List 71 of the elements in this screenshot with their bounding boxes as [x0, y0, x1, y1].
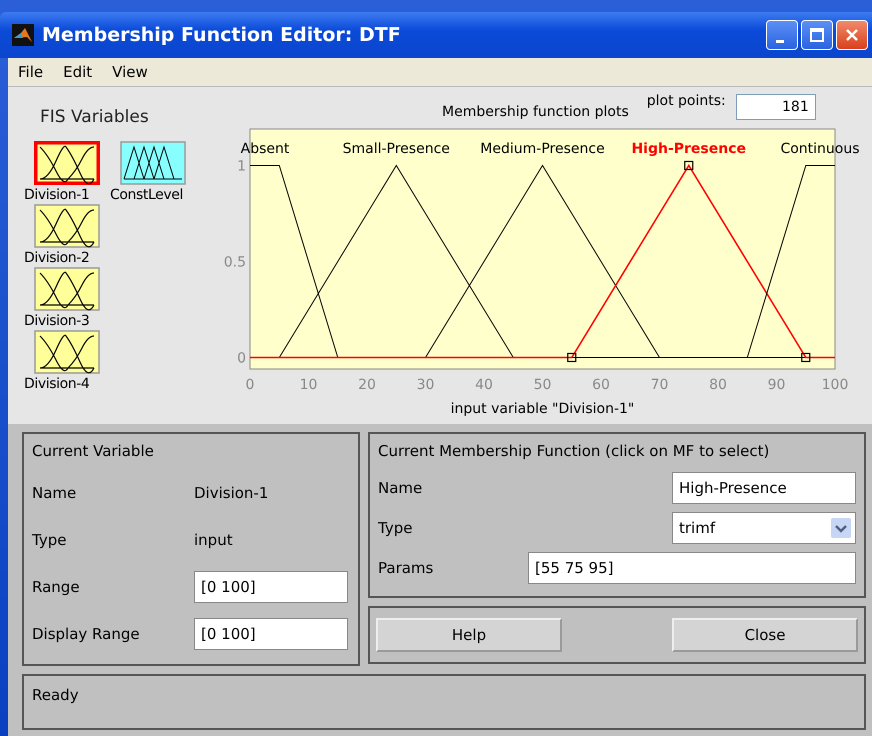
- membership-curve[interactable]: [278, 164, 514, 358]
- status-text: Ready: [32, 686, 79, 704]
- variable-label: Division-4: [24, 376, 90, 392]
- variable-icon[interactable]: [120, 141, 186, 185]
- dialog-button[interactable]: Close: [672, 618, 858, 652]
- membership-curve[interactable]: [250, 164, 835, 358]
- mf-label[interactable]: Absent: [240, 141, 290, 157]
- mf-name-field[interactable]: High-Presence: [672, 472, 856, 504]
- x-tick-label: 70: [650, 377, 668, 393]
- mf-type-dropdown[interactable]: trimf: [672, 512, 856, 544]
- membership-curve[interactable]: [425, 164, 660, 358]
- field-label: Name: [378, 479, 424, 497]
- variable-label: ConstLevel: [110, 187, 183, 203]
- plot-points-field[interactable]: 181: [736, 94, 816, 120]
- variable-icon[interactable]: [34, 141, 100, 185]
- y-tick-label: 0: [237, 350, 246, 366]
- maximize-button[interactable]: [801, 20, 833, 50]
- variable-icon[interactable]: [34, 267, 100, 311]
- menu-item[interactable]: File: [8, 63, 54, 81]
- x-tick-label: 30: [416, 377, 434, 393]
- vertex-handles-drawing[interactable]: [567, 160, 810, 362]
- panel-title: Current Membership Function (click on MF to select): [378, 442, 770, 460]
- close-icon: [845, 28, 859, 42]
- variable-label: Division-3: [24, 313, 90, 329]
- mf-label[interactable]: Continuous: [780, 141, 860, 157]
- field-label: Range: [32, 578, 81, 596]
- params-field[interactable]: [55 75 95]: [528, 552, 856, 584]
- variable-name: Division-1: [194, 484, 268, 502]
- range-field[interactable]: [0 100]: [194, 570, 348, 602]
- variable-icon[interactable]: [34, 330, 100, 374]
- field-label: Display Range: [32, 624, 141, 642]
- maximize-icon: [810, 28, 824, 42]
- menu-item[interactable]: View: [102, 63, 158, 81]
- field-label: Name: [32, 484, 78, 502]
- variable-icon[interactable]: [34, 204, 100, 248]
- x-tick-label: 20: [358, 377, 376, 393]
- chevron-down-icon[interactable]: [831, 518, 851, 538]
- membership-curve[interactable]: [250, 165, 338, 358]
- x-tick-label: 40: [475, 377, 493, 393]
- x-tick-label: 0: [246, 377, 254, 393]
- x-tick-label: 10: [300, 377, 318, 393]
- plot-title: Membership function plots: [442, 104, 629, 120]
- mf-label[interactable]: Small-Presence: [342, 141, 450, 157]
- x-tick-label: 50: [534, 377, 552, 393]
- window-title: Membership Function Editor: DTF: [42, 24, 402, 46]
- x-axis-label: input variable "Division-1": [450, 401, 634, 417]
- x-tick-label: 90: [768, 377, 786, 393]
- x-tick-label: 60: [592, 377, 610, 393]
- y-tick-label: 0.5: [224, 254, 246, 270]
- membership-curve[interactable]: [746, 165, 836, 358]
- display-range-field[interactable]: [0 100]: [194, 618, 348, 650]
- menu-item[interactable]: Edit: [53, 63, 102, 81]
- field-label: Type: [378, 519, 414, 537]
- y-tick-label: 1: [237, 158, 246, 174]
- mf-label[interactable]: High-Presence: [631, 141, 746, 157]
- variable-label: Division-1: [24, 187, 90, 203]
- fis-variables-title: FIS Variables: [40, 107, 149, 127]
- variable-label: Division-2: [24, 250, 90, 266]
- app-logo-icon: [12, 24, 34, 46]
- x-tick-label: 100: [822, 377, 848, 393]
- minimize-icon: [776, 40, 784, 42]
- field-label: Type: [32, 530, 68, 548]
- mf-label[interactable]: Medium-Presence: [480, 141, 605, 157]
- x-tick-label: 80: [709, 377, 727, 393]
- close-button[interactable]: [836, 20, 868, 50]
- minimize-button[interactable]: [766, 20, 798, 50]
- panel-title: Current Variable: [32, 442, 155, 460]
- dialog-button[interactable]: Help: [376, 618, 562, 652]
- variable-type: input: [194, 530, 233, 548]
- plot-points-label: plot points:: [646, 93, 726, 109]
- field-label: Params: [378, 559, 434, 577]
